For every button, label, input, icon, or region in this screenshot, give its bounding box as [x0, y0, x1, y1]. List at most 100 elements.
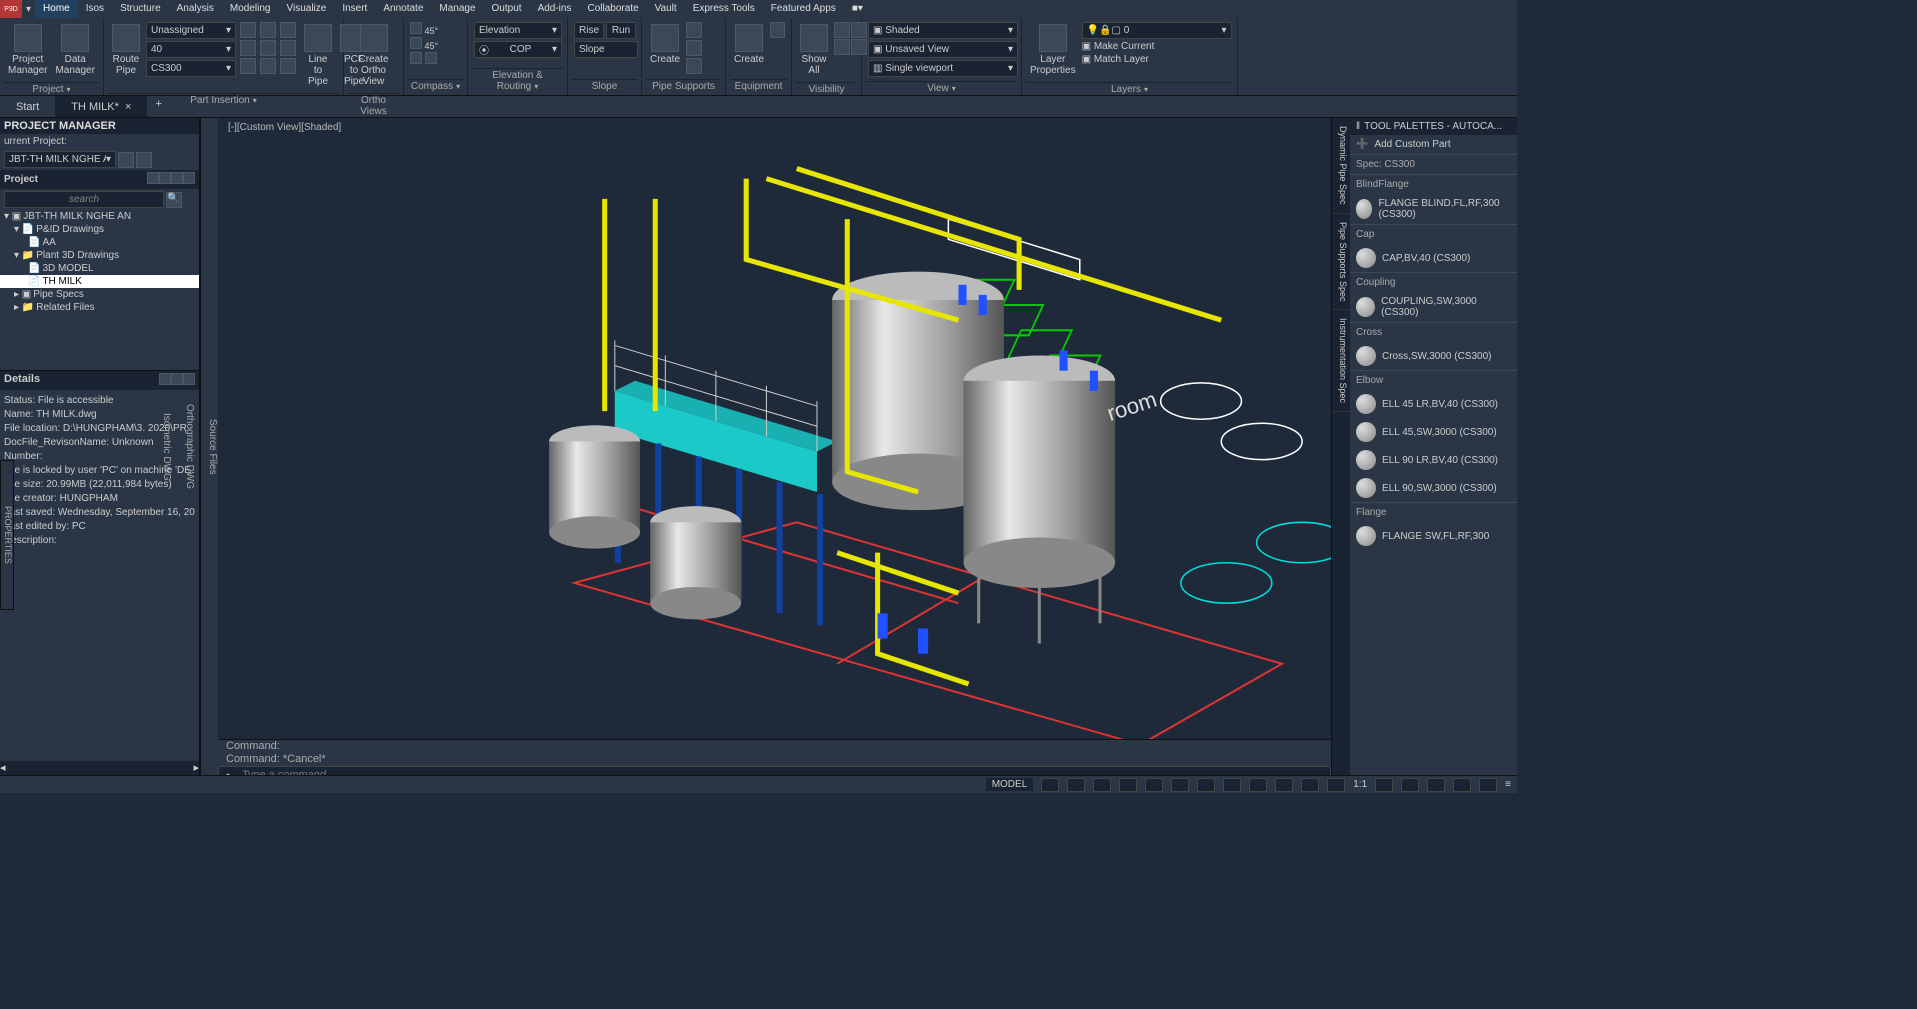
rail-source[interactable]: Source Files	[207, 419, 218, 475]
menu-vault[interactable]: Vault	[647, 0, 685, 18]
paltab-instr[interactable]: Instrumentation Spec	[1332, 310, 1350, 412]
menu-collab[interactable]: Collaborate	[579, 0, 646, 18]
menu-manage[interactable]: Manage	[431, 0, 483, 18]
scale-display[interactable]: 1:1	[1353, 779, 1367, 790]
item-blindflange[interactable]: FLANGE BLIND,FL,RF,300 (CS300)	[1350, 194, 1517, 224]
part-icon[interactable]	[240, 22, 256, 38]
visualstyle-combo[interactable]: ▣ Shaded▾	[868, 22, 1018, 39]
menu-apps[interactable]: Featured Apps	[763, 0, 844, 18]
tab-new[interactable]: +	[147, 96, 169, 117]
menu-annotate[interactable]: Annotate	[375, 0, 431, 18]
linenum-combo[interactable]: Unassigned▾	[146, 22, 236, 39]
item-cap[interactable]: CAP,BV,40 (CS300)	[1350, 244, 1517, 272]
snap-toggle[interactable]	[1067, 778, 1085, 792]
rail-iso[interactable]: Isometric DWG	[161, 413, 172, 481]
part-icon[interactable]	[260, 22, 276, 38]
ortho-toggle[interactable]	[1093, 778, 1111, 792]
paltab-dynamic[interactable]: Dynamic Pipe Spec	[1332, 118, 1350, 214]
menu-modeling[interactable]: Modeling	[222, 0, 279, 18]
create-equip-button[interactable]: Create	[732, 22, 766, 67]
layer-combo[interactable]: 💡🔒▢ 0▾	[1082, 22, 1232, 39]
rise-input[interactable]: Rise	[574, 22, 604, 39]
item-ell45sw[interactable]: ELL 45,SW,3000 (CS300)	[1350, 418, 1517, 446]
part-icon[interactable]	[260, 40, 276, 56]
dyn-toggle[interactable]	[1223, 778, 1241, 792]
search-input[interactable]: search	[4, 191, 164, 208]
3d-viewport[interactable]: [-][Custom View][Shaded] — ▢ ✕	[218, 118, 1517, 775]
supp-icon[interactable]	[686, 58, 702, 74]
part-icon[interactable]	[280, 58, 296, 74]
scroll-left[interactable]: ◂	[0, 761, 6, 775]
item-ell90lr[interactable]: ELL 90 LR,BV,40 (CS300)	[1350, 446, 1517, 474]
otrack-toggle[interactable]	[1197, 778, 1215, 792]
part-icon[interactable]	[240, 58, 256, 74]
tab-thmilk[interactable]: TH MILK* ×	[55, 96, 147, 117]
menu-home[interactable]: Home	[35, 0, 78, 18]
size-combo[interactable]: 40▾	[146, 41, 236, 58]
hw-toggle[interactable]	[1427, 778, 1445, 792]
data-manager-button[interactable]: Data Manager	[53, 22, 96, 78]
project-tree[interactable]: ▾ ▣ JBT-TH MILK NGHE AN ▾ 📄 P&ID Drawing…	[0, 210, 199, 370]
save-icon[interactable]	[136, 152, 152, 168]
tree-thmilk[interactable]: 📄 TH MILK	[0, 275, 199, 288]
tool-icon[interactable]	[159, 172, 171, 184]
show-all-button[interactable]: Show All	[798, 22, 830, 78]
supp-icon[interactable]	[686, 22, 702, 38]
transp-toggle[interactable]	[1275, 778, 1293, 792]
iso-toggle[interactable]	[1401, 778, 1419, 792]
model-space-button[interactable]: MODEL	[986, 778, 1034, 791]
properties-rail[interactable]: PROPERTIES	[0, 460, 14, 610]
supp-icon[interactable]	[686, 40, 702, 56]
rail-ortho[interactable]: Orthographic DWG	[184, 404, 195, 489]
grid-toggle[interactable]	[1041, 778, 1059, 792]
scroll-right[interactable]: ▸	[193, 761, 199, 775]
menu-express[interactable]: Express Tools	[685, 0, 763, 18]
polar-toggle[interactable]	[1119, 778, 1137, 792]
project-combo[interactable]: JBT-TH MILK NGHE AN▾	[4, 151, 116, 168]
panel-layers[interactable]: Layers	[1026, 82, 1233, 96]
make-current[interactable]: ▣ Make Current	[1082, 41, 1232, 52]
slope-input[interactable]: Slope	[574, 41, 638, 58]
3dosnap-toggle[interactable]	[1171, 778, 1189, 792]
menu-analysis[interactable]: Analysis	[169, 0, 222, 18]
menu-addins[interactable]: Add-ins	[530, 0, 580, 18]
status-menu[interactable]: ≡	[1505, 779, 1511, 790]
spec-combo[interactable]: CS300▾	[146, 60, 236, 77]
item-ell45lr[interactable]: ELL 45 LR,BV,40 (CS300)	[1350, 390, 1517, 418]
lwt-toggle[interactable]	[1249, 778, 1267, 792]
match-layer[interactable]: ▣ Match Layer	[1082, 54, 1232, 65]
tool-icon[interactable]	[171, 172, 183, 184]
command-line[interactable]: Command: Command: *Cancel* ▸_	[218, 739, 1331, 775]
tab-start[interactable]: Start	[0, 96, 55, 117]
osnap-toggle[interactable]	[1145, 778, 1163, 792]
item-flangesw[interactable]: FLANGE SW,FL,RF,300	[1350, 522, 1517, 550]
elev-combo[interactable]: Elevation▾	[474, 22, 562, 39]
menu-bullet[interactable]: ■▾	[844, 0, 871, 18]
tool-icon[interactable]	[147, 172, 159, 184]
search-icon[interactable]: 🔍	[166, 192, 182, 208]
create-support-button[interactable]: Create	[648, 22, 682, 67]
part-icon[interactable]	[280, 40, 296, 56]
vis-icon[interactable]	[834, 39, 850, 55]
ribbon-arrow[interactable]: ▾	[22, 4, 35, 15]
create-ortho-button[interactable]: Create Ortho View	[350, 22, 397, 89]
paltab-supports[interactable]: Pipe Supports Spec	[1332, 214, 1350, 311]
part-icon[interactable]	[280, 22, 296, 38]
item-ell90sw[interactable]: ELL 90,SW,3000 (CS300)	[1350, 474, 1517, 502]
item-cross[interactable]: Cross,SW,3000 (CS300)	[1350, 342, 1517, 370]
custom-toggle[interactable]	[1479, 778, 1497, 792]
panel-view[interactable]: View	[866, 81, 1017, 95]
print-icon[interactable]	[118, 152, 134, 168]
item-coupling[interactable]: COUPLING,SW,3000 (CS300)	[1350, 292, 1517, 322]
clean-toggle[interactable]	[1453, 778, 1471, 792]
part-icon[interactable]	[240, 40, 256, 56]
menu-isos[interactable]: Isos	[78, 0, 112, 18]
cycle-toggle[interactable]	[1301, 778, 1319, 792]
add-custom-part[interactable]: ➕Add Custom Part	[1350, 135, 1517, 154]
tool-icon[interactable]	[183, 172, 195, 184]
viewport-combo[interactable]: ▥ Single viewport▾	[868, 60, 1018, 77]
annot-toggle[interactable]	[1327, 778, 1345, 792]
equip-icon[interactable]	[770, 22, 785, 38]
namedview-combo[interactable]: ▣ Unsaved View▾	[868, 41, 1018, 58]
route-pipe-button[interactable]: Route Pipe	[110, 22, 142, 78]
